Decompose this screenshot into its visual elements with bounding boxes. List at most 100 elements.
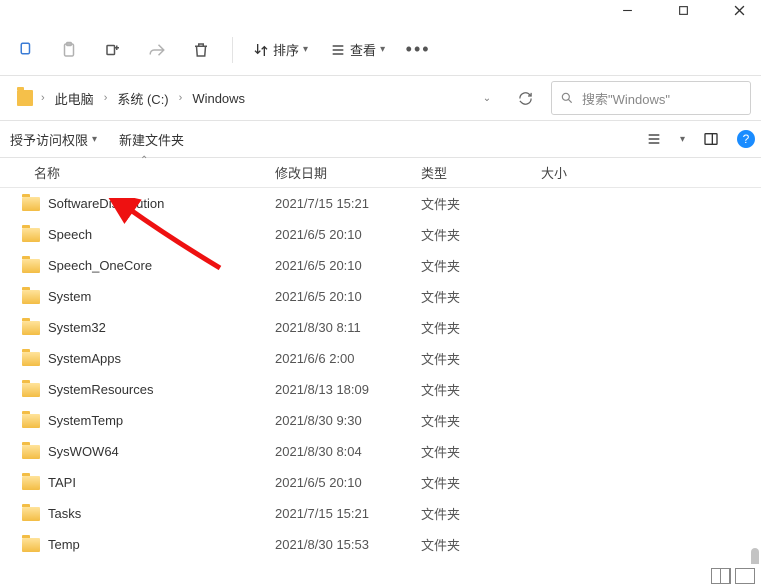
file-type: 文件夹	[421, 318, 541, 337]
rename-icon[interactable]	[94, 31, 132, 69]
folder-icon	[22, 228, 40, 242]
window-titlebar	[0, 0, 761, 24]
table-row[interactable]: System322021/8/30 8:11文件夹	[0, 312, 761, 343]
view-button[interactable]: 查看 ▾	[322, 31, 393, 69]
file-list: SoftwareDistribution2021/7/15 15:21文件夹Sp…	[0, 188, 761, 564]
file-name: SoftwareDistribution	[48, 196, 164, 211]
refresh-button[interactable]	[509, 82, 541, 114]
table-row[interactable]: SystemResources 2021/8/13 18:09文件夹	[0, 374, 761, 405]
file-date: 2021/8/30 9:30	[275, 413, 421, 428]
minimize-button[interactable]	[613, 0, 641, 20]
file-date: 2021/8/30 15:53	[275, 537, 421, 552]
file-type: 文件夹	[421, 504, 541, 523]
file-name: Tasks	[48, 506, 81, 521]
file-type: 文件夹	[421, 194, 541, 213]
grant-access-button[interactable]: 授予访问权限 ▾	[6, 126, 101, 153]
column-header-date[interactable]: 修改日期	[275, 163, 421, 182]
action-bar: 授予访问权限 ▾ 新建文件夹 ▾ ?	[0, 120, 761, 158]
file-type: 文件夹	[421, 535, 541, 554]
file-date: 2021/8/30 8:04	[275, 444, 421, 459]
folder-icon	[22, 383, 40, 397]
file-name: SystemTemp	[48, 413, 123, 428]
file-date: 2021/6/5 20:10	[275, 289, 421, 304]
folder-icon	[22, 352, 40, 366]
table-row[interactable]: System2021/6/5 20:10文件夹	[0, 281, 761, 312]
search-input[interactable]: 搜索"Windows"	[551, 81, 751, 115]
new-folder-label: 新建文件夹	[119, 130, 184, 149]
folder-icon	[22, 259, 40, 273]
file-date: 2021/8/13 18:09	[275, 382, 421, 397]
breadcrumb-item[interactable]: Windows	[190, 87, 247, 110]
folder-icon	[22, 507, 40, 521]
address-dropdown-icon[interactable]: ⌄	[475, 93, 499, 104]
paste-icon[interactable]	[50, 31, 88, 69]
sort-ascending-icon: ⌃	[140, 155, 148, 166]
table-row[interactable]: SystemApps2021/6/6 2:00文件夹	[0, 343, 761, 374]
share-icon[interactable]	[138, 31, 176, 69]
preview-pane-icon[interactable]	[699, 127, 723, 151]
table-row[interactable]: Temp 2021/8/30 15:53文件夹	[0, 529, 761, 560]
toolbar: 排序 ▾ 查看 ▾ •••	[0, 24, 761, 76]
folder-icon	[22, 290, 40, 304]
folder-icon	[17, 90, 33, 106]
table-row[interactable]: SystemTemp 2021/8/30 9:30文件夹	[0, 405, 761, 436]
table-row[interactable]: tracing2021/6/5 20:10文件夹	[0, 560, 761, 564]
file-name: SysWOW64	[48, 444, 119, 459]
file-date: 2021/6/5 20:10	[275, 258, 421, 273]
search-icon	[560, 91, 574, 105]
file-type: 文件夹	[421, 380, 541, 399]
file-name: Temp	[48, 537, 80, 552]
more-icon[interactable]: •••	[399, 31, 437, 69]
help-icon[interactable]: ?	[737, 130, 755, 148]
breadcrumb[interactable]: › 此电脑 › 系统 (C:) › Windows	[10, 82, 465, 114]
file-name: Speech	[48, 227, 92, 242]
large-icons-view-icon[interactable]	[735, 568, 755, 584]
new-folder-button[interactable]: 新建文件夹	[115, 126, 188, 153]
chevron-down-icon: ▾	[303, 44, 308, 55]
close-button[interactable]	[725, 0, 753, 20]
file-date: 2021/7/15 15:21	[275, 506, 421, 521]
file-date: 2021/7/15 15:21	[275, 196, 421, 211]
chevron-right-icon: ›	[35, 92, 51, 104]
layout-list-icon[interactable]	[642, 127, 666, 151]
breadcrumb-item[interactable]: 系统 (C:)	[115, 85, 170, 112]
file-name: TAPI	[48, 475, 76, 490]
chevron-right-icon: ›	[173, 92, 189, 104]
table-row[interactable]: Speech 2021/6/5 20:10文件夹	[0, 219, 761, 250]
chevron-right-icon: ›	[98, 92, 114, 104]
table-row[interactable]: Speech_OneCore2021/6/5 20:10文件夹	[0, 250, 761, 281]
file-type: 文件夹	[421, 411, 541, 430]
table-row[interactable]: TAPI2021/6/5 20:10文件夹	[0, 467, 761, 498]
column-header-size[interactable]: 大小	[541, 163, 761, 182]
delete-icon[interactable]	[182, 31, 220, 69]
folder-icon	[22, 321, 40, 335]
file-name: SystemResources	[48, 382, 153, 397]
maximize-button[interactable]	[669, 0, 697, 20]
scrollbar-thumb[interactable]	[751, 548, 759, 564]
address-row: › 此电脑 › 系统 (C:) › Windows ⌄ 搜索"Windows"	[0, 76, 761, 120]
breadcrumb-item[interactable]: 此电脑	[53, 85, 96, 112]
file-type: 文件夹	[421, 225, 541, 244]
sort-button[interactable]: 排序 ▾	[245, 31, 316, 69]
file-date: 2021/6/6 2:00	[275, 351, 421, 366]
file-date: 2021/6/5 20:10	[275, 227, 421, 242]
file-name: System32	[48, 320, 106, 335]
details-view-icon[interactable]	[711, 568, 731, 584]
table-row[interactable]: Tasks 2021/7/15 15:21文件夹	[0, 498, 761, 529]
file-date: 2021/6/5 20:10	[275, 475, 421, 490]
file-type: 文件夹	[421, 287, 541, 306]
column-header-name[interactable]: 名称 ⌃	[0, 163, 275, 182]
file-type: 文件夹	[421, 442, 541, 461]
folder-icon	[22, 197, 40, 211]
chevron-down-icon: ▾	[92, 134, 97, 145]
file-type: 文件夹	[421, 256, 541, 275]
grant-access-label: 授予访问权限	[10, 130, 88, 149]
table-row[interactable]: SoftwareDistribution 2021/7/15 15:21文件夹	[0, 188, 761, 219]
table-row[interactable]: SysWOW64 2021/8/30 8:04文件夹	[0, 436, 761, 467]
folder-icon	[22, 476, 40, 490]
file-type: 文件夹	[421, 349, 541, 368]
column-header-type[interactable]: 类型	[421, 163, 541, 182]
separator	[232, 37, 233, 63]
copy-icon[interactable]	[6, 31, 44, 69]
chevron-down-icon[interactable]: ▾	[680, 134, 685, 145]
